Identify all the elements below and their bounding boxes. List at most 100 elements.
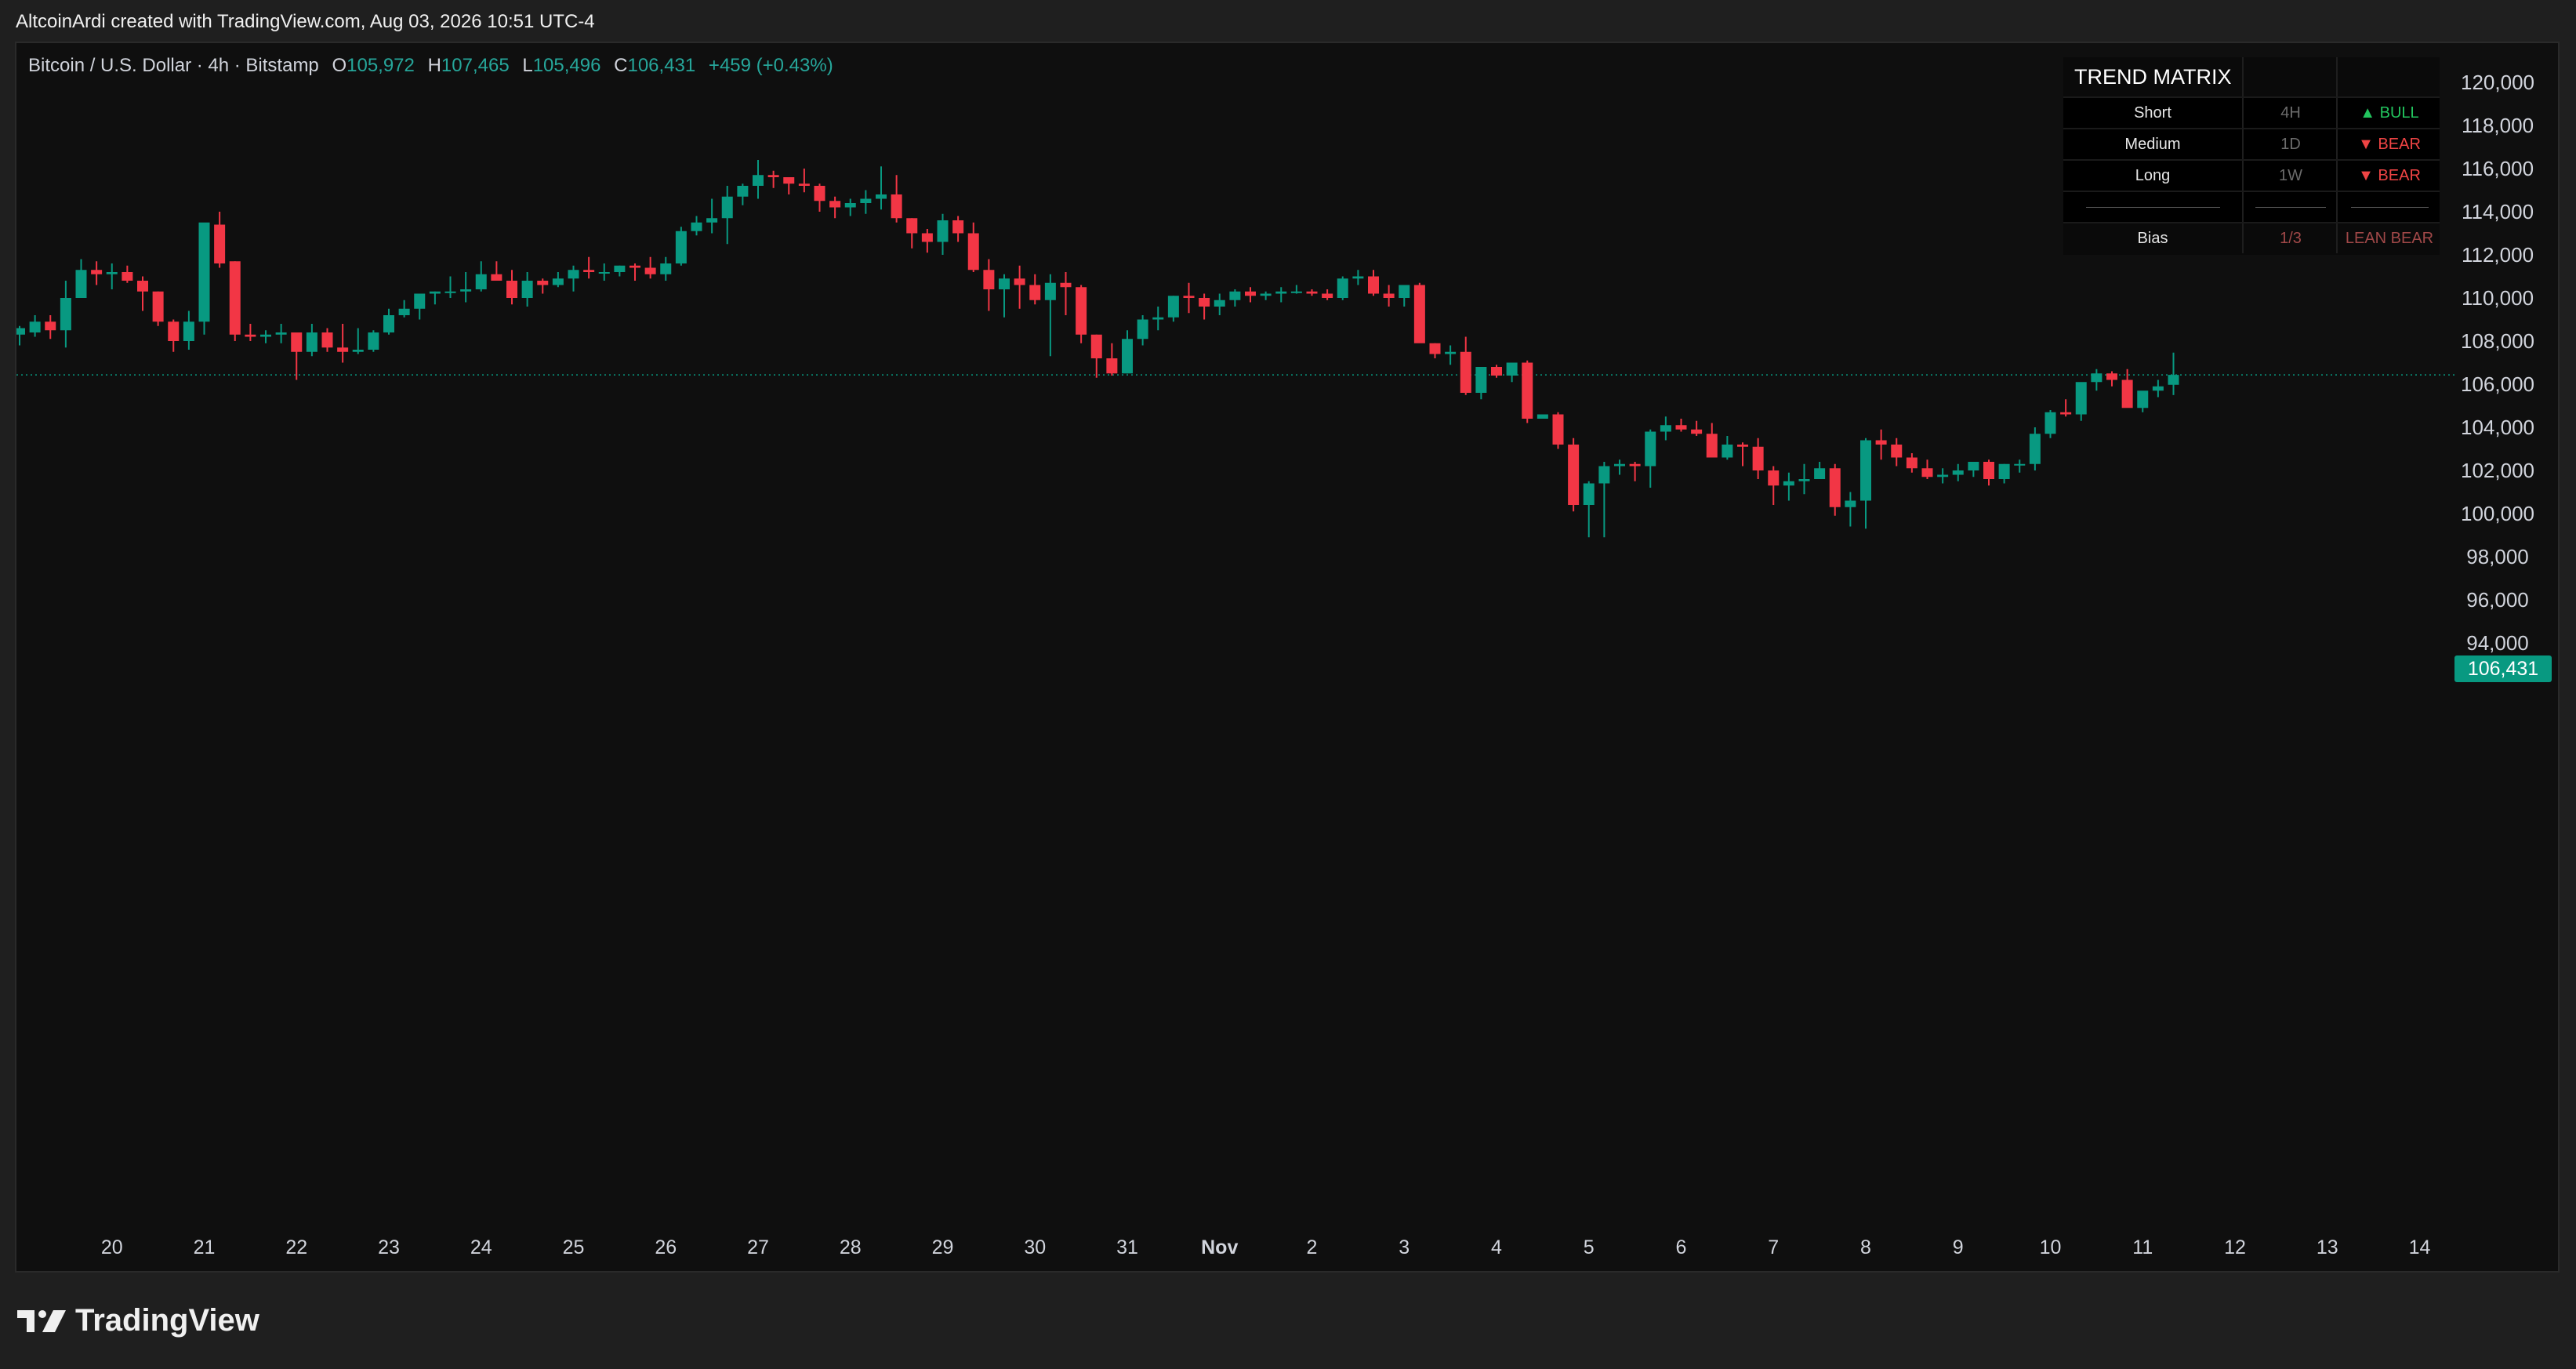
candle	[506, 270, 517, 305]
separator-line	[2242, 192, 2338, 222]
separator-line	[2063, 192, 2242, 222]
candle	[967, 222, 979, 272]
candle-body	[1290, 291, 1302, 293]
candle	[2029, 427, 2041, 470]
y-tick-label: 106,000	[2461, 372, 2534, 396]
candle	[1275, 287, 1287, 303]
x-tick-label: 29	[932, 1236, 954, 1258]
candle-body	[829, 201, 841, 208]
x-tick-label: 20	[101, 1236, 123, 1258]
candle-body	[1722, 445, 1733, 458]
open-value: 105,972	[346, 55, 415, 76]
trend-row-bias: Bias 1/3 LEAN BEAR	[2063, 222, 2440, 253]
candle-body	[1475, 367, 1487, 393]
candle	[491, 261, 503, 281]
candle-body	[1445, 351, 1457, 354]
candle	[1829, 463, 1841, 516]
candle-body	[1598, 466, 1610, 484]
candle-body	[1675, 425, 1687, 430]
x-tick-label: 30	[1024, 1236, 1046, 1258]
candle	[198, 222, 210, 335]
candle-body	[1506, 362, 1518, 376]
candle-body	[45, 321, 56, 331]
candle-body	[91, 270, 103, 274]
candle-body	[1152, 317, 1164, 320]
candle	[1214, 293, 1225, 315]
candle	[1645, 429, 1656, 488]
candle-body	[552, 278, 564, 285]
candle	[245, 324, 256, 341]
trend-matrix-title: TREND MATRIX	[2074, 64, 2232, 89]
candle-body	[1368, 276, 1379, 294]
y-tick-label: 110,000	[2462, 286, 2534, 310]
candle	[1952, 463, 1964, 481]
candle	[860, 190, 872, 214]
candle	[1352, 270, 1364, 285]
candle-body	[245, 334, 256, 337]
y-tick-label: 118,000	[2462, 114, 2534, 137]
candle-body	[937, 220, 949, 242]
candle-body	[983, 270, 995, 289]
candle-body	[2121, 379, 2133, 409]
candle	[583, 256, 595, 279]
candle-body	[306, 332, 317, 352]
x-tick-label: 14	[2409, 1236, 2431, 1258]
candle-body	[2060, 412, 2072, 415]
candle	[106, 263, 118, 289]
symbol-name[interactable]: Bitcoin / U.S. Dollar · 4h · Bitstamp	[28, 55, 319, 76]
tradingview-logo[interactable]: TradingView	[17, 1303, 259, 1338]
candle	[829, 196, 841, 219]
candle-body	[1352, 276, 1364, 279]
candle-body	[952, 220, 964, 234]
y-tick-label: 120,000	[2461, 71, 2534, 94]
attribution-text: AltcoinArdi created with TradingView.com…	[16, 11, 595, 32]
candle	[1383, 285, 1395, 307]
candle-body	[475, 274, 487, 289]
candle-body	[1875, 440, 1887, 445]
x-tick-label: 4	[1491, 1236, 1502, 1258]
candle-body	[706, 218, 718, 223]
symbol-legend: Bitcoin / U.S. Dollar · 4h · Bitstamp O1…	[28, 55, 833, 77]
candle-body	[767, 175, 779, 177]
x-tick-label: 11	[2132, 1236, 2153, 1258]
brand-name: TradingView	[75, 1303, 259, 1338]
candle	[1537, 414, 1548, 419]
candle	[1460, 336, 1471, 395]
high-label: H	[427, 55, 441, 76]
candle	[537, 278, 549, 294]
candle-body	[2091, 373, 2103, 383]
candle-body	[1090, 334, 1102, 358]
candle	[1445, 345, 1457, 365]
candle	[275, 324, 287, 343]
time-axis[interactable]: 20 21 22 23 24 25 26 27 28 29 30 31 Nov 2 3 4 5 6 7 8 9 10 11 1…	[101, 1236, 2431, 1258]
candle-body	[598, 272, 610, 274]
trend-row-signal: ▲ BULL	[2336, 98, 2441, 128]
trend-row-timeframe: 4H	[2242, 98, 2338, 128]
candle-body	[321, 332, 333, 348]
candle-body	[491, 274, 503, 281]
candle-body	[753, 175, 764, 186]
bias-label: Bias	[2137, 229, 2168, 247]
candle	[1368, 270, 1379, 296]
candle-body	[629, 265, 640, 268]
candle-body	[2014, 463, 2026, 466]
candle-body	[537, 281, 549, 285]
candle-body	[1568, 445, 1580, 505]
candle-body	[1583, 483, 1595, 505]
candle-body	[1014, 278, 1025, 285]
x-tick-label: 5	[1584, 1236, 1595, 1258]
candle-body	[1275, 291, 1287, 294]
candle-body	[1737, 445, 1748, 447]
trend-matrix-header-empty	[2242, 57, 2338, 96]
trend-row-medium: Medium 1D ▼ BEAR	[2063, 128, 2440, 159]
candle	[798, 169, 810, 193]
candle-body	[1629, 463, 1641, 467]
candle-body	[1798, 479, 1810, 481]
candle	[1937, 468, 1949, 484]
price-axis[interactable]: 94,000 96,000 98,000 100,000 102,000 104,000 1…	[2461, 71, 2534, 655]
candle	[906, 218, 918, 249]
candle-body	[1768, 470, 1780, 486]
candle	[2060, 399, 2072, 417]
tradingview-logo-icon	[17, 1309, 66, 1332]
candle	[214, 212, 226, 268]
